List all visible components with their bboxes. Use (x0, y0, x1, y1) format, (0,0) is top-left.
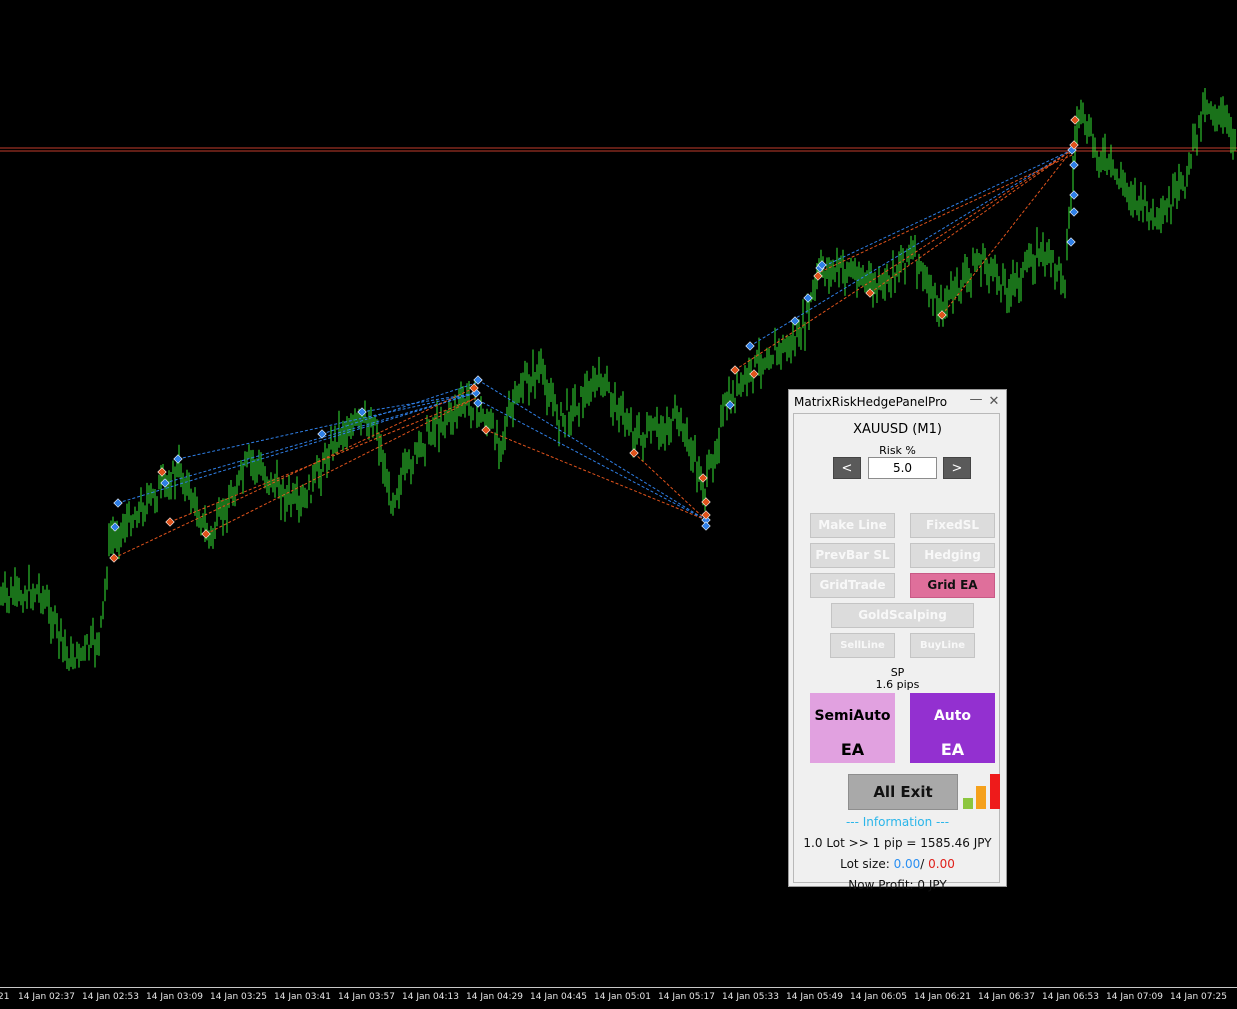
time-tick-label: 14 Jan 03:57 (338, 992, 395, 1002)
trade-marker (701, 521, 711, 531)
panel-body: XAUUSD (M1) Risk % < 5.0 > Make Line Fix… (793, 413, 1001, 892)
time-tick-label: 14 Jan 05:01 (594, 992, 651, 1002)
time-tick-label: 14 Jan 04:45 (530, 992, 587, 1002)
trade-marker (1069, 160, 1079, 170)
price-chart[interactable] (0, 0, 1237, 1008)
risk-label: Risk % (879, 444, 916, 457)
time-tick-label: 14 Jan 05:33 (722, 992, 779, 1002)
trade-line (477, 379, 707, 521)
semiauto-label: SemiAuto (814, 708, 891, 724)
time-axis: 21 14 Jan 02:37 14 Jan 02:53 14 Jan 03:09 14… (0, 987, 1237, 1009)
trade-line (819, 149, 1073, 269)
lot-size-info: Lot size: 0.00/ 0.00 (794, 857, 1001, 871)
candlesticks (0, 88, 1236, 671)
signal-bar-mid (976, 786, 986, 809)
lot-size-separator: / (920, 857, 925, 871)
pip-value-info: 1.0 Lot >> 1 pip = 1585.46 JPY (803, 836, 992, 850)
risk-hedge-panel: MatrixRiskHedgePanelPro — ✕ XAUUSD (M1) … (788, 389, 1007, 892)
trade-line (485, 429, 707, 521)
profit-label: Now Profit: (848, 878, 914, 892)
buy-line-button[interactable]: BuyLine (910, 633, 975, 658)
trade-marker (173, 454, 183, 464)
trade-line (477, 399, 707, 521)
trade-marker (730, 365, 740, 375)
signal-bar-low (963, 798, 973, 809)
time-tick-label: 14 Jan 05:17 (658, 992, 715, 1002)
risk-increase-button[interactable]: > (943, 457, 971, 479)
grid-trade-button[interactable]: GridTrade (810, 573, 895, 598)
time-tick-label: 14 Jan 03:41 (274, 992, 331, 1002)
trade-marker (1070, 115, 1080, 125)
time-tick-label: 14 Jan 07:25 (1170, 992, 1227, 1002)
sell-line-button[interactable]: SellLine (830, 633, 895, 658)
profit-value: 0 JPY (917, 878, 947, 892)
trade-marker (110, 522, 120, 532)
trade-marker (113, 498, 123, 508)
semiauto-ea-label: EA (840, 740, 865, 759)
auto-label: Auto (933, 708, 972, 724)
grid-ea-button[interactable]: Grid EA (910, 573, 995, 598)
time-tick-label: 14 Jan 05:49 (786, 992, 843, 1002)
trade-marker (1066, 237, 1076, 247)
time-tick-label: 14 Jan 06:05 (850, 992, 907, 1002)
trade-line (819, 154, 1073, 273)
trade-line (633, 452, 707, 521)
trade-line (113, 386, 477, 559)
trade-marker (698, 473, 708, 483)
information-heading: --- Information --- (845, 815, 950, 829)
lot-size-sell: 0.00 (928, 857, 955, 871)
make-line-button[interactable]: Make Line (810, 513, 895, 538)
all-exit-button[interactable]: All Exit (848, 774, 958, 810)
panel-title: MatrixRiskHedgePanelPro (794, 395, 948, 409)
signal-bar-high (990, 774, 1000, 809)
trade-line (734, 149, 1073, 371)
trade-line (869, 149, 1073, 294)
time-tick-label: 14 Jan 06:21 (914, 992, 971, 1002)
trade-marker (109, 553, 119, 563)
minimize-icon[interactable]: — (969, 392, 983, 407)
close-icon[interactable]: ✕ (987, 394, 1001, 409)
lot-size-buy: 0.00 (893, 857, 921, 871)
price-level-lines (0, 147, 1237, 152)
trade-line (169, 397, 477, 523)
time-tick-label: 14 Jan 02:53 (82, 992, 139, 1002)
time-tick-label: 14 Jan 02:37 (18, 992, 75, 1002)
hedging-button[interactable]: Hedging (910, 543, 995, 568)
risk-decrease-button[interactable]: < (833, 457, 861, 479)
trade-marker (701, 510, 711, 520)
profit-info: Now Profit: 0 JPY (794, 878, 1001, 892)
auto-ea-label: EA (940, 740, 965, 759)
auto-ea-button[interactable]: Auto EA (910, 693, 995, 763)
symbol-label: XAUUSD (M1) (853, 422, 942, 437)
time-tick-label: 14 Jan 03:25 (210, 992, 267, 1002)
time-tick-label: 14 Jan 06:53 (1042, 992, 1099, 1002)
panel-titlebar[interactable]: MatrixRiskHedgePanelPro — ✕ (789, 390, 1006, 414)
time-tick-label: 14 Jan 03:09 (146, 992, 203, 1002)
lot-size-label: Lot size: (840, 857, 890, 871)
trade-marker (160, 478, 170, 488)
time-tick-label: 14 Jan 06:37 (978, 992, 1035, 1002)
time-tick-label: 14 Jan 04:13 (402, 992, 459, 1002)
trade-marker (790, 316, 800, 326)
time-tick-label: 14 Jan 04:29 (466, 992, 523, 1002)
fixed-sl-button[interactable]: FixedSL (910, 513, 995, 538)
prevbar-sl-button[interactable]: PrevBar SL (810, 543, 895, 568)
spread-value: 1.6 pips (875, 678, 920, 691)
risk-input[interactable]: 5.0 (868, 457, 937, 479)
time-tick-label: 14 Jan 07:09 (1106, 992, 1163, 1002)
time-tick-label: 21 (0, 992, 10, 1002)
trade-marker (165, 517, 175, 527)
trade-marker (629, 448, 639, 458)
gold-scalping-button[interactable]: GoldScalping (831, 603, 974, 628)
semiauto-ea-button[interactable]: SemiAuto EA (810, 693, 895, 763)
trade-marker (745, 341, 755, 351)
